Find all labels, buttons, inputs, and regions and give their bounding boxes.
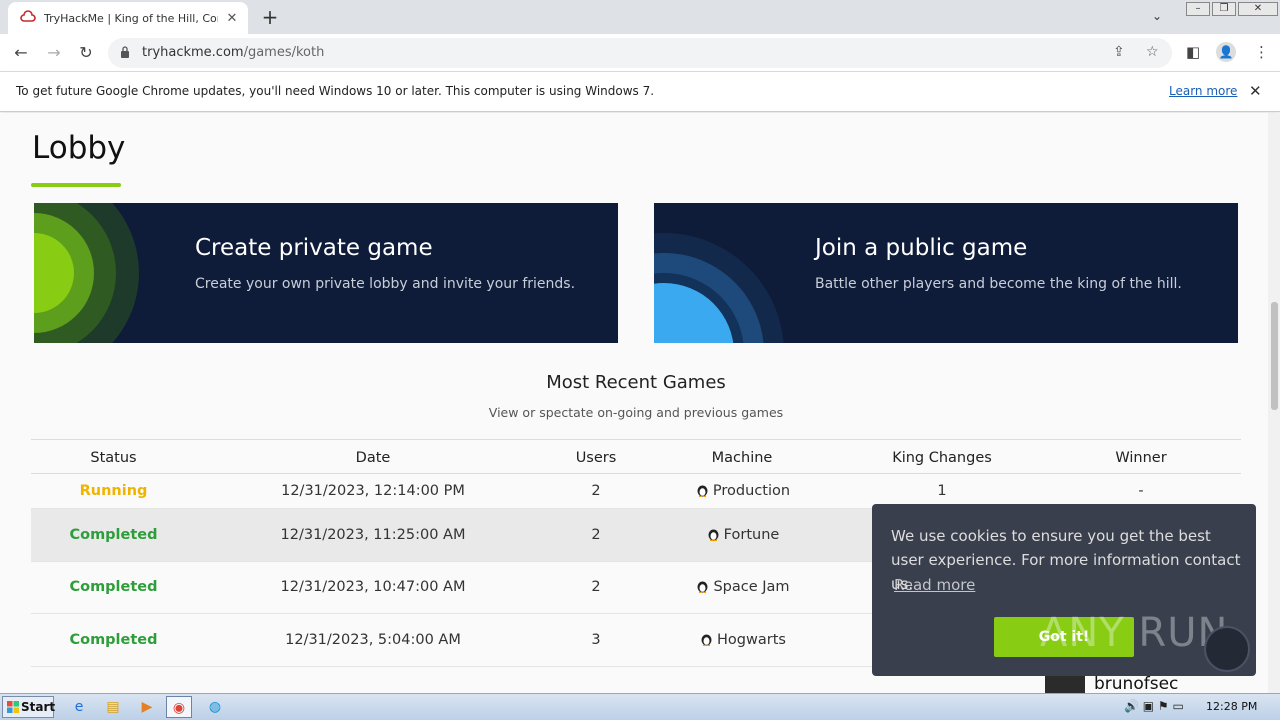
tab-search-chevron-icon[interactable]: ⌄ xyxy=(1152,9,1162,23)
tab-close-icon[interactable]: ✕ xyxy=(224,11,240,26)
start-button[interactable]: Start xyxy=(2,696,56,718)
linux-penguin-icon xyxy=(708,529,719,541)
linux-penguin-icon xyxy=(697,581,708,593)
header-king-changes[interactable]: King Changes xyxy=(871,450,1013,466)
winner-username[interactable]: brunofsec xyxy=(1094,676,1178,693)
back-arrow-icon[interactable]: ← xyxy=(10,42,32,64)
address-bar[interactable]: tryhackme.com/games/koth ⇪ ☆ xyxy=(108,38,1172,68)
update-infobar: To get future Google Chrome updates, you… xyxy=(0,72,1280,112)
system-tray-icons[interactable]: 🔊 ▣ ⚑ ▭ xyxy=(1124,699,1184,713)
kebab-menu-icon[interactable]: ⋮ xyxy=(1254,43,1269,61)
winner-user-peek: brunofsec xyxy=(1045,676,1245,693)
chrome-icon[interactable]: ◉ xyxy=(166,696,192,718)
minimize-icon[interactable]: – xyxy=(1186,2,1210,16)
card-title: Join a public game xyxy=(815,235,1028,261)
tryhackme-favicon-icon xyxy=(20,10,36,22)
row-machine[interactable]: Space Jam xyxy=(663,579,823,595)
profile-avatar-icon[interactable]: 👤 xyxy=(1216,42,1236,62)
taskbar-clock[interactable]: 12:28 PM xyxy=(1206,700,1257,713)
ie-icon[interactable]: e xyxy=(66,696,92,718)
header-status[interactable]: Status xyxy=(31,450,196,466)
blue-rings-icon xyxy=(654,233,784,343)
media-player-icon[interactable]: ▶ xyxy=(134,696,160,718)
infobar-close-icon[interactable]: ✕ xyxy=(1249,82,1262,100)
status-completed: Completed xyxy=(69,527,158,543)
row-king-changes: 1 xyxy=(937,483,947,499)
browser-toolbar: ← → ↻ tryhackme.com/games/koth ⇪ ☆ ◧ 👤 ⋮ xyxy=(0,34,1280,72)
anyrun-watermark: ANY RUN xyxy=(1040,610,1229,656)
start-label: Start xyxy=(21,700,56,714)
avatar xyxy=(1045,676,1085,693)
card-title: Create private game xyxy=(195,235,433,261)
row-users: 2 xyxy=(591,527,601,543)
row-machine[interactable]: Fortune xyxy=(663,527,823,543)
row-date: 12/31/2023, 12:14:00 PM xyxy=(281,483,465,499)
row-machine[interactable]: Production xyxy=(663,483,823,499)
title-underline xyxy=(31,183,121,187)
window-close-icon[interactable]: ✕ xyxy=(1238,2,1278,16)
explorer-folder-icon[interactable]: ▤ xyxy=(100,696,126,718)
status-completed: Completed xyxy=(69,579,158,595)
row-winner: - xyxy=(1138,483,1144,499)
header-date[interactable]: Date xyxy=(273,450,473,466)
chat-widget-icon[interactable] xyxy=(1204,626,1250,672)
row-users: 2 xyxy=(591,483,601,499)
browser-tab[interactable]: TryHackMe | King of the Hill, Compet ✕ xyxy=(8,2,248,34)
create-private-game-card[interactable]: Create private game Create your own priv… xyxy=(34,203,618,343)
row-users: 2 xyxy=(591,579,601,595)
learn-more-link[interactable]: Learn more xyxy=(1169,84,1237,98)
row-date: 12/31/2023, 5:04:00 AM xyxy=(285,632,461,648)
edge-icon[interactable]: ◍ xyxy=(202,696,228,718)
row-machine[interactable]: Hogwarts xyxy=(663,632,823,648)
bookmark-star-icon[interactable]: ☆ xyxy=(1146,44,1159,60)
header-machine[interactable]: Machine xyxy=(683,450,801,466)
join-public-game-card[interactable]: Join a public game Battle other players … xyxy=(654,203,1238,343)
status-running: Running xyxy=(79,483,148,499)
recent-games-subtitle: View or spectate on-going and previous g… xyxy=(488,405,784,420)
green-rings-icon xyxy=(34,203,139,343)
share-icon[interactable]: ⇪ xyxy=(1113,44,1125,60)
header-users[interactable]: Users xyxy=(556,450,636,466)
page-title: Lobby xyxy=(32,130,126,166)
forward-arrow-icon[interactable]: → xyxy=(43,42,65,64)
new-tab-icon[interactable]: + xyxy=(260,7,280,27)
card-subtitle: Create your own private lobby and invite… xyxy=(195,276,576,292)
page-scrollbar-thumb[interactable] xyxy=(1271,302,1278,410)
read-more-link[interactable]: Read more xyxy=(894,576,975,594)
linux-penguin-icon xyxy=(697,485,708,497)
card-subtitle: Battle other players and become the king… xyxy=(815,276,1182,292)
recent-games-title: Most Recent Games xyxy=(546,372,726,393)
side-panel-icon[interactable]: ◧ xyxy=(1186,43,1200,61)
status-completed: Completed xyxy=(69,632,158,648)
url-text: tryhackme.com/games/koth xyxy=(142,45,325,60)
row-date: 12/31/2023, 10:47:00 AM xyxy=(280,579,466,595)
row-date: 12/31/2023, 11:25:00 AM xyxy=(280,527,466,543)
restore-icon[interactable]: ❐ xyxy=(1212,2,1236,16)
infobar-message: To get future Google Chrome updates, you… xyxy=(16,84,655,98)
header-winner[interactable]: Winner xyxy=(1091,450,1191,466)
windows-flag-icon xyxy=(7,701,19,713)
lock-icon xyxy=(121,46,129,58)
row-users: 3 xyxy=(591,632,601,648)
windows-taskbar: Start e ▤ ▶ ◉ ◍ 🔊 ▣ ⚑ ▭ 12:28 PM xyxy=(0,693,1280,720)
tab-title: TryHackMe | King of the Hill, Compet xyxy=(44,11,218,25)
browser-tab-strip: TryHackMe | King of the Hill, Compet ✕ +… xyxy=(0,0,1280,34)
linux-penguin-icon xyxy=(701,634,712,646)
table-header: Status Date Users Machine King Changes W… xyxy=(31,439,1241,474)
window-controls: – ❐ ✕ xyxy=(1184,2,1278,18)
reload-icon[interactable]: ↻ xyxy=(75,42,97,64)
